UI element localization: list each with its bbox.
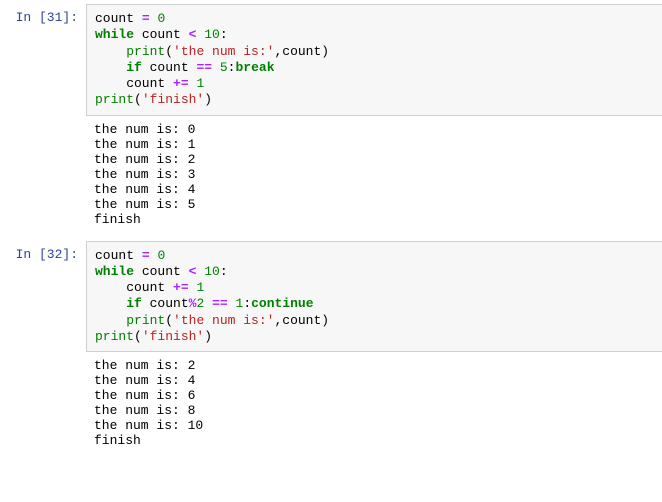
code-token: ( [165,313,173,328]
prompt-prefix: In [ [16,10,47,25]
code-token: count [95,248,142,263]
code-line: while count < 10: [95,264,654,280]
code-token: while [95,264,134,279]
code-input-area[interactable]: count = 0while count < 10: count += 1 if… [86,241,662,353]
code-token: 'finish' [142,92,204,107]
code-token [204,296,212,311]
code-token: ,count) [274,313,329,328]
code-token: == [196,60,212,75]
output-prompt [0,116,86,233]
code-token [95,44,126,59]
code-token: count [134,27,189,42]
code-token: += [173,76,189,91]
stdout-output: the num is: 0 the num is: 1 the num is: … [86,116,662,233]
code-token: ,count) [274,44,329,59]
code-line: if count%2 == 1:continue [95,296,654,312]
code-token: 10 [204,27,220,42]
code-token: : [220,264,228,279]
code-line: print('the num is:',count) [95,44,654,60]
code-token: count [95,11,142,26]
code-token: count [95,280,173,295]
code-token: if [126,60,142,75]
code-line: count = 0 [95,11,654,27]
code-cell: In [31]: count = 0while count < 10: prin… [0,4,662,116]
code-token: if [126,296,142,311]
code-token: 0 [157,11,165,26]
code-token: print [95,329,134,344]
code-token [228,296,236,311]
code-token: count [142,296,189,311]
code-token: += [173,280,189,295]
code-token [95,313,126,328]
code-line: count += 1 [95,76,654,92]
code-token [95,60,126,75]
code-token: count [142,60,197,75]
code-line: print('finish') [95,329,654,345]
prompt-suffix: ]: [62,10,78,25]
code-token: 'the num is:' [173,313,274,328]
code-line: count += 1 [95,280,654,296]
output-cell: the num is: 2 the num is: 4 the num is: … [0,352,662,454]
code-token: == [212,296,228,311]
code-token: count [134,264,189,279]
code-token: ) [204,329,212,344]
code-line: print('the num is:',count) [95,313,654,329]
code-token: while [95,27,134,42]
code-line: print('finish') [95,92,654,108]
prompt-suffix: ]: [62,247,78,262]
code-token: continue [251,296,313,311]
cell-spacer [0,233,662,241]
code-token: print [126,313,165,328]
code-token: : [243,296,251,311]
code-token: ( [134,329,142,344]
code-token: 'finish' [142,329,204,344]
code-token: 'the num is:' [173,44,274,59]
code-token [212,60,220,75]
prompt-prefix: In [ [16,247,47,262]
code-token: = [142,248,150,263]
code-line: if count == 5:break [95,60,654,76]
prompt-exec-count: 32 [47,247,63,262]
code-token: print [126,44,165,59]
code-token: 0 [157,248,165,263]
input-prompt: In [31]: [0,4,86,116]
code-line: count = 0 [95,248,654,264]
code-input-area[interactable]: count = 0while count < 10: print('the nu… [86,4,662,116]
stdout-output: the num is: 2 the num is: 4 the num is: … [86,352,662,454]
code-cell: In [32]: count = 0while count < 10: coun… [0,241,662,353]
code-token: 1 [196,76,204,91]
code-token: ) [204,92,212,107]
code-token: ( [165,44,173,59]
code-token: = [142,11,150,26]
code-token: ( [134,92,142,107]
code-token: 5 [220,60,228,75]
input-prompt: In [32]: [0,241,86,353]
output-prompt [0,352,86,454]
code-token: print [95,92,134,107]
code-token [95,296,126,311]
code-line: while count < 10: [95,27,654,43]
code-token: : [220,27,228,42]
code-token: count [95,76,173,91]
output-cell: the num is: 0 the num is: 1 the num is: … [0,116,662,233]
code-token: 1 [196,280,204,295]
prompt-exec-count: 31 [47,10,63,25]
code-token: break [235,60,274,75]
code-token: 10 [204,264,220,279]
